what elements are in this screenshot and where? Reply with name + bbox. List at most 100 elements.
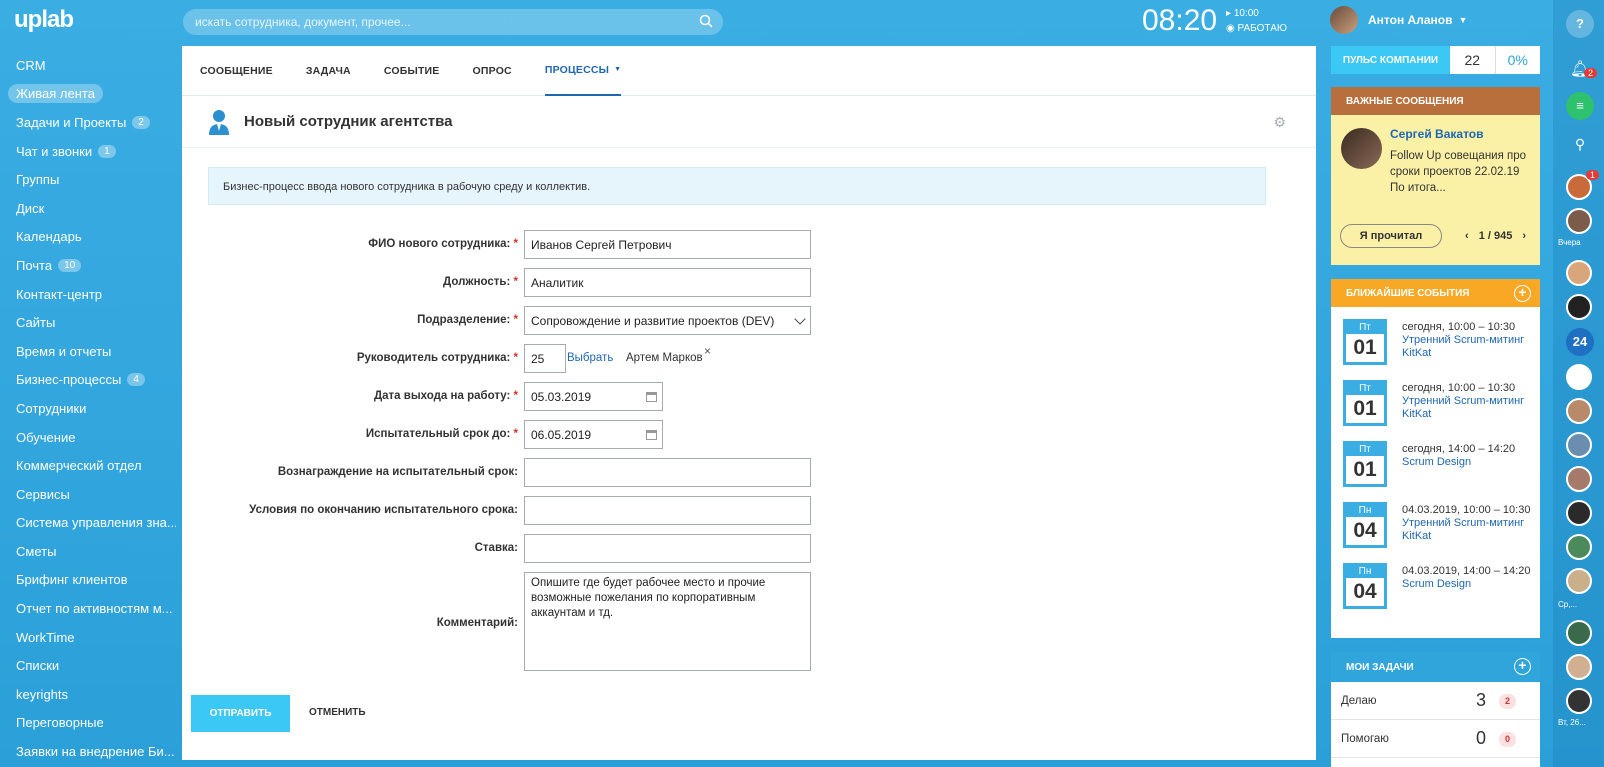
comment-textarea[interactable]: Опишите где будет рабочее место и прочие…	[524, 572, 811, 671]
menu-item[interactable]: Бизнес-процессы 4	[8, 366, 176, 395]
workday-status: РАБОТАЮ	[1237, 23, 1287, 34]
menu-item[interactable]: Списки	[8, 651, 176, 680]
menu-item-label: WorkTime	[16, 629, 75, 645]
chevron-right-icon[interactable]: ›	[1522, 230, 1526, 242]
menu-item[interactable]: Задачи и Проекты 2	[8, 108, 176, 137]
contact-avatar[interactable]	[1566, 688, 1592, 714]
contact-avatar[interactable]	[1566, 568, 1592, 594]
task-row[interactable]: Делаю 3 2	[1331, 682, 1540, 720]
task-label: Делаю	[1341, 694, 1377, 707]
search-icon[interactable]	[699, 14, 713, 28]
probation-date-input[interactable]: 06.05.2019	[524, 420, 663, 449]
menu-item[interactable]: Контакт-центр	[8, 280, 176, 309]
fio-input[interactable]: Иванов Сергей Петрович	[524, 230, 811, 259]
menu-item[interactable]: Обучение	[8, 423, 176, 452]
menu-item[interactable]: Брифинг клиентов	[8, 566, 176, 595]
event-item[interactable]: Пн 04 04.03.2019, 14:00 – 14:20 Scrum Desig…	[1343, 563, 1533, 621]
event-day: 04	[1353, 519, 1377, 542]
menu-item[interactable]: Чат и звонки 1	[8, 137, 176, 166]
menu-item[interactable]: CRM	[8, 51, 176, 80]
search-input[interactable]: искать сотрудника, документ, прочее...	[183, 9, 723, 35]
calendar-icon[interactable]	[646, 430, 657, 440]
contact-avatar[interactable]	[1566, 620, 1592, 646]
logo[interactable]: uplab	[14, 6, 74, 34]
rate-input[interactable]	[524, 534, 811, 563]
menu-item[interactable]: Коммерческий отдел	[8, 451, 176, 480]
probation-date-value: 06.05.2019	[531, 428, 592, 442]
event-title[interactable]: Scrum Design	[1402, 456, 1542, 469]
start-date-input[interactable]: 05.03.2019	[524, 382, 663, 411]
required-mark: *	[510, 314, 518, 326]
chevron-left-icon[interactable]: ‹	[1465, 230, 1469, 242]
menu-item[interactable]: Время и отчеты	[8, 337, 176, 366]
gear-icon[interactable]: ⚙	[1273, 114, 1286, 131]
event-item[interactable]: Пт 01 сегодня, 10:00 – 10:30 Утренний Scrum…	[1343, 319, 1533, 377]
workday-info[interactable]: ▸ 10:00 ◉ РАБОТАЮ	[1226, 6, 1287, 36]
menu-item[interactable]: Заявки на внедрение Би...	[8, 737, 176, 766]
conditions-input[interactable]	[524, 496, 811, 525]
cancel-button[interactable]: ОТМЕНИТЬ	[309, 707, 366, 718]
contact-avatar[interactable]	[1566, 208, 1592, 234]
menu-item[interactable]: Календарь	[8, 223, 176, 252]
event-title[interactable]: Утренний Scrum-митинг KitKat	[1402, 517, 1542, 543]
mark-read-button[interactable]: Я прочитал	[1340, 224, 1442, 248]
choose-manager-link[interactable]: Выбрать	[567, 352, 613, 364]
contact-avatar[interactable]	[1566, 500, 1592, 526]
company-pulse[interactable]: ПУЛЬС КОМПАНИИ 22 0%	[1331, 46, 1540, 74]
menu-item[interactable]: Почта 10	[8, 251, 176, 280]
contact-avatar[interactable]	[1566, 260, 1592, 286]
contact-avatar[interactable]	[1566, 398, 1592, 424]
contact-avatar[interactable]	[1566, 534, 1592, 560]
contact-avatar[interactable]	[1566, 432, 1592, 458]
user-menu[interactable]: Антон Аланов ▼	[1330, 6, 1467, 34]
menu-item[interactable]: Группы	[8, 165, 176, 194]
event-title[interactable]: Scrum Design	[1402, 578, 1542, 591]
reward-input[interactable]	[524, 458, 811, 487]
event-item[interactable]: Пт 01 сегодня, 10:00 – 10:30 Утренний Scrum…	[1343, 380, 1533, 438]
tab-event[interactable]: СОБЫТИЕ	[384, 46, 440, 96]
author-name[interactable]: Сергей Вакатов	[1390, 127, 1484, 141]
department-value: Сопровождение и развитие проектов (DEV)	[531, 314, 775, 328]
event-item[interactable]: Пн 04 04.03.2019, 10:00 – 10:30 Утренний Sc…	[1343, 502, 1533, 560]
field-label-probation: Испытательный срок до: *	[366, 428, 518, 440]
position-input[interactable]: Аналитик	[524, 268, 811, 297]
event-item[interactable]: Пт 01 сегодня, 14:00 – 14:20 Scrum Design	[1343, 441, 1533, 499]
chat-icon[interactable]: ≡	[1566, 92, 1594, 120]
menu-item[interactable]: Живая лента	[8, 80, 176, 109]
menu-item[interactable]: keyrights	[8, 680, 176, 709]
add-task-icon[interactable]: +	[1514, 658, 1531, 675]
menu-item[interactable]: WorkTime	[8, 623, 176, 652]
menu-item[interactable]: Сервисы	[8, 480, 176, 509]
search-icon[interactable]: ⚲	[1566, 130, 1594, 158]
menu-item[interactable]: Диск	[8, 194, 176, 223]
menu-item[interactable]: Сайты	[8, 308, 176, 337]
contact-avatar[interactable]	[1566, 466, 1592, 492]
event-time: сегодня, 10:00 – 10:30	[1402, 321, 1516, 333]
remove-icon[interactable]: ×	[704, 344, 711, 358]
calendar-icon[interactable]	[646, 392, 657, 402]
task-row[interactable]: Помогаю 0 0	[1331, 720, 1540, 758]
manager-id-input[interactable]: 25	[524, 344, 566, 373]
tab-message[interactable]: СООБЩЕНИЕ	[200, 46, 273, 96]
menu-item[interactable]: Система управления зна...	[8, 509, 176, 538]
department-select[interactable]: Сопровождение и развитие проектов (DEV)	[524, 306, 811, 335]
contact-avatar[interactable]	[1566, 654, 1592, 680]
submit-button[interactable]: ОТПРАВИТЬ	[191, 695, 290, 732]
contact-avatar[interactable]	[1566, 294, 1592, 320]
right-sidebar: ? 🔔︎ 2 ≡ ⚲ 1 Вчера 24 Ср,... Вт, 26...	[1553, 0, 1604, 767]
menu-item[interactable]: Сотрудники	[8, 394, 176, 423]
help-icon[interactable]: ?	[1566, 10, 1594, 38]
tab-processes[interactable]: ПРОЦЕССЫ ▼	[544, 46, 622, 96]
important-message-text[interactable]: Follow Up совещания про сроки проектов 2…	[1390, 148, 1530, 196]
menu-item[interactable]: Переговорные	[8, 709, 176, 738]
event-title[interactable]: Утренний Scrum-митинг KitKat	[1402, 395, 1542, 421]
contact-avatar[interactable]	[1566, 364, 1592, 390]
tab-task[interactable]: ЗАДАЧА	[306, 46, 351, 96]
tab-poll[interactable]: ОПРОС	[473, 46, 512, 96]
label-tue: Вт, 26...	[1558, 718, 1586, 727]
menu-item[interactable]: Отчет по активностям м...	[8, 594, 176, 623]
bitrix24-icon[interactable]: 24	[1566, 328, 1594, 356]
add-event-icon[interactable]: +	[1514, 285, 1531, 302]
event-title[interactable]: Утренний Scrum-митинг KitKat	[1402, 334, 1542, 360]
menu-item[interactable]: Сметы	[8, 537, 176, 566]
